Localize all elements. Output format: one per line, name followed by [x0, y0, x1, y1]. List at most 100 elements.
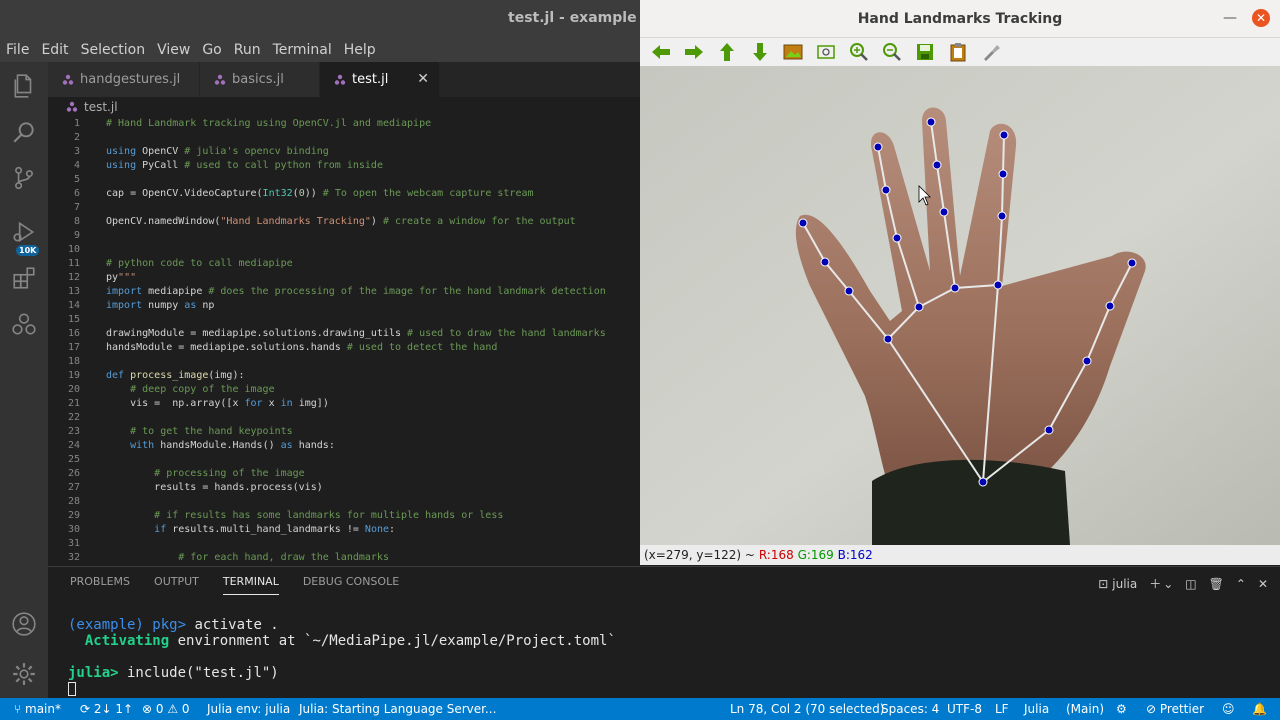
code-line[interactable]: 30 if results.multi_hand_landmarks != No… [48, 524, 640, 538]
code-line[interactable]: 17 handsModule = mediapipe.solutions.hand… [48, 342, 640, 356]
terminal-shell-label[interactable]: julia [1112, 577, 1137, 591]
image-icon[interactable] [782, 42, 804, 62]
settings-sync-icon[interactable]: ⚙ [1116, 702, 1127, 716]
module-status[interactable]: (Main) [1066, 702, 1104, 716]
code-line[interactable]: 4 using PyCall # used to call python from… [48, 160, 640, 174]
panel-tab-terminal[interactable]: TERMINAL [222, 575, 279, 595]
menu-file[interactable]: File [6, 42, 29, 58]
code-line[interactable]: 20 # deep copy of the image [48, 384, 640, 398]
extensions-icon[interactable] [10, 264, 38, 292]
code-line[interactable]: 12 py""" [48, 272, 640, 286]
panel-tab-problems[interactable]: PROBLEMS [70, 575, 130, 595]
code-line[interactable]: 29 # if results has some landmarks for m… [48, 510, 640, 524]
run-debug-icon[interactable] [10, 218, 38, 246]
cursor-position[interactable]: Ln 78, Col 2 (70 selected) [730, 702, 884, 716]
code-line[interactable]: 18 [48, 356, 640, 370]
close-tab-icon[interactable]: ✕ [417, 71, 429, 87]
menu-go[interactable]: Go [202, 42, 221, 58]
landmark-point [844, 286, 854, 296]
code-line[interactable]: 26 # processing of the image [48, 468, 640, 482]
code-line[interactable]: 28 [48, 496, 640, 510]
chevron-down-icon[interactable]: ⌄ [1163, 577, 1173, 591]
code-line[interactable]: 13 import mediapipe # does the processing… [48, 286, 640, 300]
code-line[interactable]: 23 # to get the hand keypoints [48, 426, 640, 440]
arrow-left-icon[interactable] [650, 42, 672, 62]
prettier-status[interactable]: ⊘ Prettier [1146, 702, 1204, 716]
code-line[interactable]: 16 drawingModule = mediapipe.solutions.dr… [48, 328, 640, 342]
zoom-fit-icon[interactable] [815, 42, 837, 62]
terminal-prompt: (example) pkg> [68, 617, 187, 633]
breadcrumb[interactable]: test.jl [66, 100, 118, 114]
code-line[interactable]: 31 [48, 538, 640, 552]
code-line[interactable]: 27 results = hands.process(vis) [48, 482, 640, 496]
code-line[interactable]: 10 [48, 244, 640, 258]
sync-status[interactable]: ⟳ 2↓ 1↑ [80, 702, 133, 716]
arrow-down-icon[interactable] [749, 42, 771, 62]
code-line[interactable]: 25 [48, 454, 640, 468]
trash-icon[interactable]: 🗑 [1209, 577, 1224, 591]
account-icon[interactable] [10, 610, 38, 638]
problems-status[interactable]: ⊗ 0 ⚠ 0 [142, 702, 190, 716]
close-panel-icon[interactable]: ✕ [1258, 577, 1268, 591]
panel-tab-debug-console[interactable]: DEBUG CONSOLE [303, 575, 399, 595]
explorer-icon[interactable] [10, 72, 38, 100]
terminal-shell-icon[interactable]: ⊡ [1098, 577, 1108, 591]
close-window-icon[interactable]: ✕ [1252, 9, 1270, 27]
julia-icon[interactable] [10, 310, 38, 338]
menu-help[interactable]: Help [344, 42, 376, 58]
source-control-icon[interactable] [10, 164, 38, 192]
code-line[interactable]: 21 vis = np.array([x for x in img]) [48, 398, 640, 412]
language-status[interactable]: Julia [1024, 702, 1049, 716]
code-line[interactable]: 32 # for each hand, draw the landmarks [48, 552, 640, 566]
code-line[interactable]: 11 # python code to call mediapipe [48, 258, 640, 272]
feedback-icon[interactable]: ☺ [1222, 702, 1235, 716]
properties-icon[interactable] [980, 42, 1002, 62]
code-editor[interactable]: 1 # Hand Landmark tracking using OpenCV.j… [48, 118, 640, 566]
tab-test[interactable]: test.jl ✕ [320, 62, 440, 97]
menu-selection[interactable]: Selection [81, 42, 146, 58]
code-line[interactable]: 15 [48, 314, 640, 328]
code-line[interactable]: 6 cap = OpenCV.VideoCapture(Int32(0)) # T… [48, 188, 640, 202]
new-terminal-icon[interactable]: ＋ [1149, 575, 1161, 592]
zoom-in-icon[interactable] [848, 42, 870, 62]
code-line[interactable]: 19 def process_image(img): [48, 370, 640, 384]
code-line[interactable]: 7 [48, 202, 640, 216]
tab-basics[interactable]: basics.jl [200, 62, 320, 97]
menu-view[interactable]: View [157, 42, 190, 58]
code-line[interactable]: 14 import numpy as np [48, 300, 640, 314]
save-icon[interactable] [914, 42, 936, 62]
split-terminal-icon[interactable]: ◫ [1185, 577, 1196, 591]
zoom-out-icon[interactable] [881, 42, 903, 62]
encoding-status[interactable]: UTF-8 [947, 702, 982, 716]
terminal-output[interactable]: (example) pkg> activate . Activating env… [68, 617, 616, 697]
line-number: 30 [67, 524, 80, 535]
minimize-icon[interactable]: — [1223, 10, 1237, 26]
clipboard-icon[interactable] [947, 42, 969, 62]
webcam-frame[interactable] [640, 66, 1280, 545]
code-line[interactable]: 1 # Hand Landmark tracking using OpenCV.j… [48, 118, 640, 132]
panel-tab-output[interactable]: OUTPUT [154, 575, 199, 595]
branch-status[interactable]: ⑂ main* [14, 702, 61, 716]
search-icon[interactable] [10, 118, 38, 146]
arrow-right-icon[interactable] [683, 42, 705, 62]
code-line[interactable]: 8 OpenCV.namedWindow("Hand Landmarks Trac… [48, 216, 640, 230]
menu-edit[interactable]: Edit [41, 42, 68, 58]
settings-gear-icon[interactable] [10, 660, 38, 688]
tab-handgestures[interactable]: handgestures.jl [48, 62, 200, 97]
terminal-cursor [68, 682, 76, 696]
menu-terminal[interactable]: Terminal [273, 42, 332, 58]
indentation-status[interactable]: Spaces: 4 [881, 702, 939, 716]
code-line[interactable]: 9 [48, 230, 640, 244]
code-line[interactable]: 24 with handsModule.Hands() as hands: [48, 440, 640, 454]
code-line[interactable]: 22 [48, 412, 640, 426]
julia-env-status[interactable]: Julia env: julia [207, 702, 290, 716]
arrow-up-icon[interactable] [716, 42, 738, 62]
code-line[interactable]: 2 [48, 132, 640, 146]
code-line[interactable]: 3 using OpenCV # julia's opencv binding [48, 146, 640, 160]
maximize-panel-icon[interactable]: ⌃ [1236, 577, 1246, 591]
code-text: # if results has some landmarks for mult… [154, 510, 504, 521]
code-line[interactable]: 5 [48, 174, 640, 188]
menu-run[interactable]: Run [234, 42, 261, 58]
eol-status[interactable]: LF [995, 702, 1009, 716]
notifications-bell-icon[interactable]: 🔔 [1252, 702, 1267, 716]
